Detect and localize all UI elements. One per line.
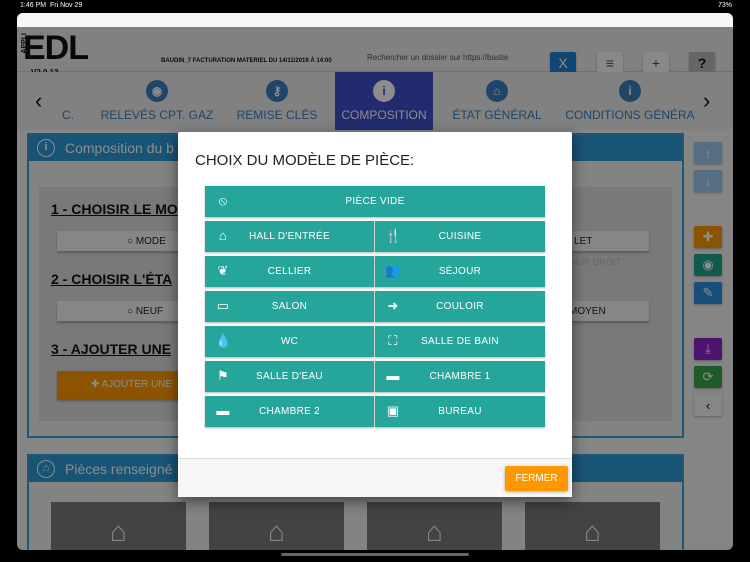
option-label: WC [280,336,299,347]
home-icon: ⌂ [218,228,228,243]
room-option[interactable]: ⛶ SALLE DE BAIN [375,326,545,357]
option-label: SALLE DE BAIN [421,336,499,347]
option-label: COULOIR [436,301,484,312]
bed-icon: ▬ [216,403,230,418]
status-time: 1:46 PM Fri Nov 29 [20,2,82,9]
option-label: CHAMBRE 1 [429,371,491,382]
briefcase-icon: ▣ [386,403,400,418]
option-label: CELLIER [267,266,312,277]
room-option[interactable]: ➜ COULOIR [375,291,545,322]
room-option[interactable]: ❦ CELLIER [205,256,374,287]
room-option[interactable]: ▭ SALON [205,291,374,322]
option-label: CHAMBRE 2 [258,406,321,417]
room-option[interactable]: ▣ BUREAU [375,396,545,427]
home-indicator [281,553,469,556]
bed-icon: ▬ [386,368,400,383]
top-strip [17,13,733,27]
sign-in-icon: ➜ [387,298,399,313]
room-option-piece-vide[interactable]: ⦸ PIÈCE VIDE [205,186,545,217]
users-icon: 👥 [385,263,402,278]
time: 1:46 PM [20,2,47,9]
option-label: BUREAU [438,406,482,417]
leaf-icon: ❦ [217,263,229,278]
room-option[interactable]: ⌂ HALL D'ENTRÉE [205,221,374,252]
option-label: HALL D'ENTRÉE [248,231,330,242]
option-label: SALLE D'EAU [256,371,323,382]
room-option[interactable]: ▬ CHAMBRE 1 [375,361,545,392]
desktop-icon: ▭ [216,298,230,313]
room-option[interactable]: 👥 SÉJOUR [375,256,545,287]
tint-icon: 💧 [215,333,232,348]
battery: 73% [717,2,732,9]
status-bar: 1:46 PM Fri Nov 29 73% [0,0,750,13]
date: Fri Nov 29 [49,2,83,9]
shower-icon: ⚑ [217,368,229,383]
bath-icon: ⛶ [388,333,398,348]
dialog-title: CHOIX DU MODÈLE DE PIÈCE: [195,152,415,169]
option-label: CUISINE [438,231,482,242]
utensils-icon: 🍴 [385,228,402,243]
room-option[interactable]: 🍴 CUISINE [375,221,545,252]
room-option[interactable]: ▬ CHAMBRE 2 [205,396,374,427]
ban-icon: ⦸ [218,193,228,208]
option-label: PIÈCE VIDE [345,196,405,207]
room-model-dialog: CHOIX DU MODÈLE DE PIÈCE: ⦸ PIÈCE VIDE FE… [178,132,572,497]
option-label: SÉJOUR [438,266,482,277]
option-label: SALON [271,301,308,312]
room-option[interactable]: ⚑ SALLE D'EAU [205,361,374,392]
close-button[interactable]: FERMER [505,466,568,491]
room-option[interactable]: 💧 WC [205,326,374,357]
